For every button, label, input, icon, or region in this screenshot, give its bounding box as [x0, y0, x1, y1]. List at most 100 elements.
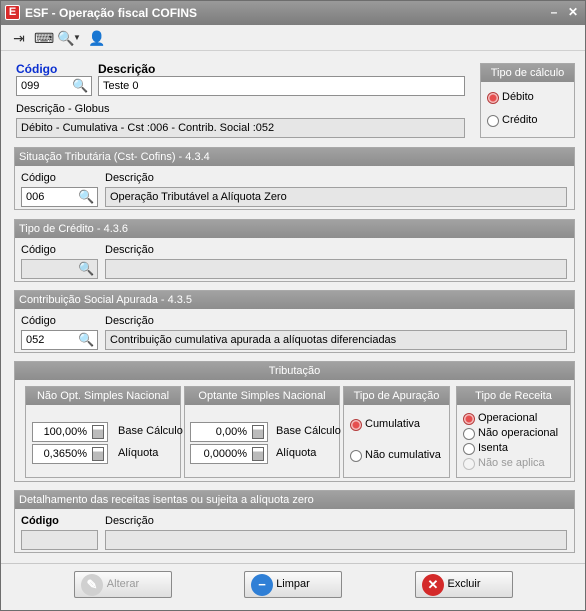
calculator-icon[interactable] — [252, 425, 264, 439]
opt-aliq-input[interactable]: 0,0000% — [190, 444, 268, 464]
codigo-value: 099 — [21, 80, 40, 92]
nao-opt-aliq-value: 0,3650% — [43, 448, 87, 460]
receita-title: Tipo de Receita — [457, 387, 570, 405]
search-icon: 🔍 — [78, 261, 95, 276]
nao-opt-aliq-input[interactable]: 0,3650% — [32, 444, 108, 464]
detalhamento-codigo-field — [21, 530, 98, 550]
calculator-icon[interactable] — [252, 447, 264, 461]
contribuicao-descricao-value: Contribuição cumulativa apurada a alíquo… — [110, 334, 397, 346]
descricao-label: Descrição — [98, 62, 156, 76]
nao-opt-base-value: 100,00% — [43, 426, 87, 438]
nao-opt-base-label: Base Cálculo — [118, 425, 183, 437]
radio-cumulativa-label: Cumulativa — [365, 418, 421, 430]
credito-title: Tipo de Crédito - 4.3.6 — [15, 220, 574, 238]
tributacao-group: Tributação Não Opt. Simples Nacional 100… — [14, 361, 575, 482]
radio-debito[interactable] — [487, 92, 499, 104]
contribuicao-title: Contribuição Social Apurada - 4.3.5 — [15, 291, 574, 309]
opt-aliq-label: Alíquota — [276, 447, 317, 459]
contribuicao-descricao-field: Contribuição cumulativa apurada a alíquo… — [105, 330, 567, 350]
nao-opt-base-input[interactable]: 100,00% — [32, 422, 108, 442]
situacao-group: Situação Tributária (Cst- Cofins) - 4.3.… — [14, 147, 575, 210]
close-button[interactable]: ✕ — [565, 4, 581, 20]
situacao-descricao-label: Descrição — [105, 172, 154, 184]
codigo-label: Código — [16, 62, 58, 76]
detalhamento-codigo-label: Código — [21, 515, 59, 527]
descricao-value: Teste 0 — [103, 80, 139, 92]
detalhamento-group: Detalhamento das receitas isentas ou suj… — [14, 490, 575, 553]
optante-group: Optante Simples Nacional 0,00% Base Cálc… — [184, 386, 341, 478]
radio-nao-cumulativa[interactable] — [350, 450, 362, 462]
alterar-label: Alterar — [106, 578, 140, 590]
search-icon[interactable]: 🔍 — [78, 190, 94, 204]
contribuicao-descricao-label: Descrição — [105, 315, 154, 327]
radio-nao-se-aplica-label: Não se aplica — [478, 457, 545, 469]
contribuicao-codigo-input[interactable]: 052 🔍 — [21, 330, 98, 350]
detalhamento-descricao-field — [105, 530, 567, 550]
optante-title: Optante Simples Nacional — [185, 387, 339, 405]
minus-circle-icon: − — [251, 574, 273, 596]
situacao-codigo-value: 006 — [26, 191, 45, 203]
opt-aliq-value: 0,0000% — [203, 448, 247, 460]
situacao-descricao-field: Operação Tributável a Alíquota Zero — [105, 187, 567, 207]
radio-isenta[interactable] — [463, 443, 475, 455]
descricao-input[interactable]: Teste 0 — [98, 76, 465, 96]
codigo-input[interactable]: 099 🔍 — [16, 76, 92, 96]
contribuicao-codigo-value: 052 — [26, 334, 45, 346]
exit-icon[interactable]: ⇥ — [10, 29, 28, 47]
opt-base-value: 0,00% — [215, 426, 247, 438]
credito-descricao-label: Descrição — [105, 244, 154, 256]
credito-descricao-field — [105, 259, 567, 279]
app-icon: E — [5, 5, 20, 20]
nao-optante-title: Não Opt. Simples Nacional — [26, 387, 180, 405]
calculator-icon[interactable] — [92, 425, 104, 439]
minimize-button[interactable]: – — [546, 4, 562, 20]
radio-isenta-label: Isenta — [478, 442, 508, 454]
radio-credito-label: Crédito — [502, 114, 538, 126]
globus-value: Débito - Cumulativa - Cst :006 - Contrib… — [21, 122, 275, 134]
contribuicao-codigo-label: Código — [21, 315, 56, 327]
title-bar: E ESF - Operação fiscal COFINS – ✕ — [1, 1, 585, 25]
radio-nao-operacional-label: Não operacional — [478, 427, 559, 439]
receita-group: Tipo de Receita Operacional Não operacio… — [456, 386, 571, 478]
limpar-label: Limpar — [276, 578, 310, 590]
calculator-icon[interactable] — [92, 447, 104, 461]
tipo-calculo-title: Tipo de cálculo — [481, 64, 574, 82]
nao-optante-group: Não Opt. Simples Nacional 100,00% Base C… — [25, 386, 183, 478]
search-icon[interactable]: 🔍 — [72, 79, 88, 93]
situacao-title: Situação Tributária (Cst- Cofins) - 4.3.… — [15, 148, 574, 166]
alterar-button[interactable]: ✎ Alterar — [74, 571, 172, 598]
tipo-calculo-group: Tipo de cálculo Débito Crédito — [480, 63, 575, 138]
situacao-codigo-label: Código — [21, 172, 56, 184]
opt-base-label: Base Cálculo — [276, 425, 341, 437]
delete-icon: ✕ — [422, 574, 444, 596]
user-icon[interactable]: 👤 — [88, 29, 106, 47]
radio-nao-cumulativa-label: Não cumulativa — [365, 449, 441, 461]
radio-cumulativa[interactable] — [350, 419, 362, 431]
search-icon[interactable]: 🔍 — [57, 29, 74, 47]
search-icon[interactable]: 🔍 — [78, 333, 94, 347]
divider — [1, 563, 585, 564]
radio-operacional[interactable] — [463, 413, 475, 425]
radio-debito-label: Débito — [502, 91, 534, 103]
radio-nao-operacional[interactable] — [463, 428, 475, 440]
keyboard-icon[interactable]: ⌨ — [34, 29, 54, 47]
situacao-codigo-input[interactable]: 006 🔍 — [21, 187, 98, 207]
excluir-label: Excluir — [447, 578, 481, 590]
window-title: ESF - Operação fiscal COFINS — [25, 6, 198, 20]
credito-codigo-label: Código — [21, 244, 56, 256]
chevron-down-icon[interactable]: ▼ — [72, 29, 82, 47]
detalhamento-title: Detalhamento das receitas isentas ou suj… — [15, 491, 574, 509]
credito-group: Tipo de Crédito - 4.3.6 Código 🔍 Descriç… — [14, 219, 575, 282]
radio-credito[interactable] — [487, 115, 499, 127]
limpar-button[interactable]: − Limpar — [244, 571, 342, 598]
globus-field: Débito - Cumulativa - Cst :006 - Contrib… — [16, 118, 465, 138]
contribuicao-group: Contribuição Social Apurada - 4.3.5 Códi… — [14, 290, 575, 353]
apuracao-title: Tipo de Apuração — [344, 387, 449, 405]
opt-base-input[interactable]: 0,00% — [190, 422, 268, 442]
situacao-descricao-value: Operação Tributável a Alíquota Zero — [110, 191, 287, 203]
globus-label: Descrição - Globus — [16, 103, 110, 115]
credito-codigo-input: 🔍 — [21, 259, 98, 279]
excluir-button[interactable]: ✕ Excluir — [415, 571, 513, 598]
apuracao-group: Tipo de Apuração Cumulativa Não cumulati… — [343, 386, 450, 478]
tributacao-title: Tributação — [15, 362, 574, 380]
